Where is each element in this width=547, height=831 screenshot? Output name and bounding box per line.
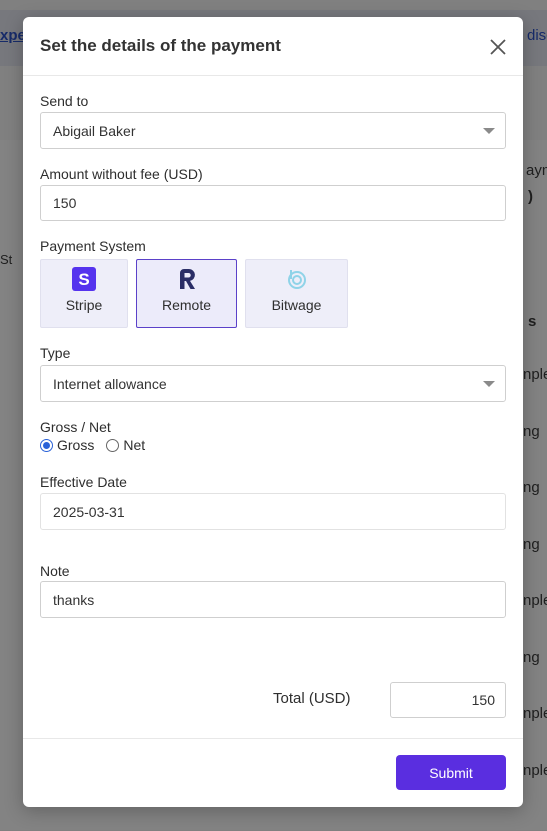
- payment-details-modal: Set the details of the payment Send to A…: [23, 17, 523, 807]
- effective-date-value: 2025-03-31: [53, 503, 125, 520]
- note-input[interactable]: thanks: [40, 581, 506, 618]
- payment-option-label: Bitwage: [271, 297, 322, 313]
- gross-radio-label: Gross: [57, 437, 95, 453]
- gross-radio[interactable]: [40, 438, 53, 452]
- payment-option-label: Stripe: [65, 297, 103, 313]
- chevron-down-icon: [483, 381, 495, 387]
- net-radio-label: Net: [123, 437, 146, 453]
- payment-option-bitwage[interactable]: Bitwage: [245, 259, 348, 328]
- modal-title: Set the details of the payment: [40, 36, 281, 55]
- svg-text:S: S: [78, 270, 89, 289]
- effective-date-input[interactable]: 2025-03-31: [40, 493, 506, 530]
- close-icon: [490, 39, 506, 55]
- amount-input[interactable]: 150: [40, 185, 506, 221]
- amount-value: 150: [53, 195, 77, 211]
- type-value: Internet allowance: [53, 375, 167, 392]
- note-label: Note: [40, 563, 70, 579]
- gross-net-radio-group: Gross Net: [40, 437, 145, 453]
- payment-option-remote[interactable]: Remote: [136, 259, 237, 328]
- chevron-down-icon: [483, 128, 495, 134]
- submit-button[interactable]: Submit: [396, 755, 506, 790]
- send-to-value: Abigail Baker: [53, 122, 136, 139]
- type-label: Type: [40, 345, 71, 361]
- total-value-field: 150: [390, 682, 506, 718]
- type-select[interactable]: Internet allowance: [40, 365, 506, 402]
- send-to-label: Send to: [40, 93, 89, 109]
- remote-icon: [175, 267, 199, 291]
- close-button[interactable]: [487, 36, 509, 58]
- note-value: thanks: [53, 591, 95, 608]
- total-label: Total (USD): [273, 690, 351, 707]
- footer-divider: [23, 738, 523, 739]
- bitwage-icon: [285, 267, 309, 291]
- total-value: 150: [471, 692, 495, 708]
- send-to-select[interactable]: Abigail Baker: [40, 112, 506, 149]
- amount-label: Amount without fee (USD): [40, 166, 203, 182]
- payment-option-label: Remote: [161, 297, 212, 313]
- payment-option-stripe[interactable]: S Stripe: [40, 259, 128, 328]
- modal-header: Set the details of the payment: [23, 17, 523, 76]
- stripe-icon: S: [72, 267, 96, 291]
- payment-system-label: Payment System: [40, 238, 146, 254]
- net-radio[interactable]: [106, 438, 120, 452]
- gross-net-label: Gross / Net: [40, 419, 111, 435]
- effective-date-label: Effective Date: [40, 474, 127, 490]
